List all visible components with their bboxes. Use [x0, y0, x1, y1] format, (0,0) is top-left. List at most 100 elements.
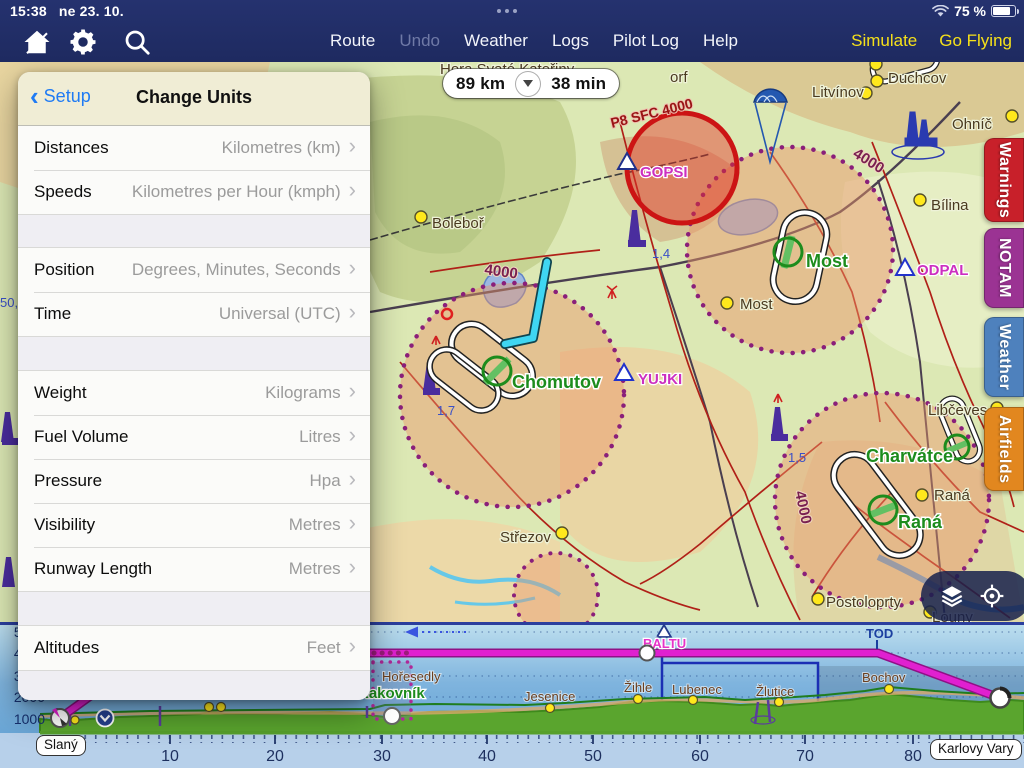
axis-tick-10: 10	[161, 748, 179, 765]
profile-label-tod: TOD	[866, 626, 893, 641]
profile-place-horesedly: Hořesedly	[382, 669, 441, 684]
menu-help[interactable]: Help	[703, 31, 738, 51]
map-label-ohnic: Ohníč	[952, 116, 993, 133]
row-altitudes[interactable]: Altitudes Feet ›	[18, 626, 370, 670]
menu-weather[interactable]: Weather	[464, 31, 528, 51]
group-separator	[18, 214, 370, 248]
axis-tick-60: 60	[691, 748, 709, 765]
map-label-chomutov: Chomutov	[512, 372, 601, 392]
map-label-most-airfield: Most	[806, 251, 848, 271]
profile-rakovnik-marker	[384, 708, 400, 724]
map-label-charvatce: Charvátce	[866, 446, 953, 466]
axis-tick-80: 80	[904, 748, 922, 765]
tab-warnings[interactable]: Warnings	[984, 138, 1024, 222]
elev-label-3: 1,5	[788, 450, 806, 465]
menu-route[interactable]: Route	[330, 31, 375, 51]
route-dropdown-icon[interactable]	[516, 72, 540, 96]
status-time: 15:38	[10, 3, 47, 19]
profile-place-zihle: Žihle	[624, 680, 652, 695]
search-button[interactable]	[122, 27, 152, 57]
locate-icon[interactable]	[979, 583, 1005, 609]
chevron-right-icon: ›	[349, 136, 356, 156]
battery-icon	[991, 5, 1016, 17]
map-label-duchcov: Duchcov	[888, 70, 947, 87]
route-time: 38 min	[538, 74, 619, 94]
home-button[interactable]	[22, 27, 52, 57]
profile-axis: 10 20 30 40 50 60 70 80	[0, 731, 1024, 768]
map-label-rana-town: Raná	[934, 487, 971, 504]
settings-gear-button[interactable]	[68, 27, 98, 57]
elev-label-2: 1,7	[437, 403, 455, 418]
row-position[interactable]: Position Degrees, Minutes, Seconds ›	[18, 248, 370, 292]
simulate-button[interactable]: Simulate	[851, 31, 917, 51]
multitask-dots-icon	[497, 9, 517, 13]
menu-pilot-log[interactable]: Pilot Log	[613, 31, 679, 51]
group-separator	[18, 591, 370, 626]
row-pressure[interactable]: Pressure Hpa ›	[18, 459, 370, 503]
map-label-libceves: Libčeves	[928, 402, 987, 419]
tab-warnings-label: Warnings	[995, 142, 1013, 218]
route-distance: 89 km	[443, 74, 518, 94]
row-weight[interactable]: Weight Kilograms ›	[18, 371, 370, 415]
axis-tick-20: 20	[266, 748, 284, 765]
map-label-bolebor: Boleboř	[432, 215, 485, 232]
go-flying-button[interactable]: Go Flying	[939, 31, 1012, 51]
tab-weather[interactable]: Weather	[984, 317, 1024, 397]
nav-right: Simulate Go Flying	[851, 31, 1012, 51]
row-distances[interactable]: Distances Kilometres (km) ›	[18, 126, 370, 170]
chevron-right-icon: ›	[349, 258, 356, 278]
change-units-panel: ‹ Setup Change Units Distances Kilometre…	[18, 72, 370, 700]
row-runway-length[interactable]: Runway Length Metres ›	[18, 547, 370, 591]
profile-end-label: Karlovy Vary	[930, 739, 1022, 760]
row-speeds[interactable]: Speeds Kilometres per Hour (kmph) ›	[18, 170, 370, 214]
map-label-most-town: Most	[740, 296, 773, 313]
profile-place-lubenec: Lubenec	[672, 682, 722, 697]
map-label-odpal: ODPAL	[917, 262, 968, 279]
row-visibility[interactable]: Visibility Metres ›	[18, 503, 370, 547]
wifi-icon	[932, 5, 949, 18]
status-bar: 15:38 ne 23. 10. 75 %	[0, 0, 1024, 22]
profile-place-zlutice: Žlutice	[756, 684, 794, 699]
row-fuel-volume[interactable]: Fuel Volume Litres ›	[18, 415, 370, 459]
main-menu: Route Undo Weather Logs Pilot Log Help	[330, 31, 738, 51]
top-bar: 15:38 ne 23. 10. 75 %	[0, 0, 1024, 62]
map-label-bilina: Bílina	[931, 197, 969, 214]
chevron-right-icon: ›	[349, 381, 356, 401]
chevron-right-icon: ›	[349, 557, 356, 577]
group-separator	[18, 336, 370, 371]
nav-bar: Route Undo Weather Logs Pilot Log Help S…	[0, 22, 1024, 62]
chevron-right-icon: ›	[349, 513, 356, 533]
map-label-postoloprty: Postoloprty	[826, 594, 902, 611]
alt-label-1000: 1000	[14, 711, 45, 727]
route-summary-pill[interactable]: 89 km 38 min	[443, 69, 619, 98]
axis-tick-50: 50	[584, 748, 602, 765]
menu-logs[interactable]: Logs	[552, 31, 589, 51]
axis-tick-70: 70	[796, 748, 814, 765]
tab-notam-label: NOTAM	[995, 238, 1013, 298]
chevron-right-icon: ›	[349, 469, 356, 489]
map-label-strezov: Střezov	[500, 529, 551, 546]
tab-airfields-label: Airfields	[995, 415, 1013, 484]
profile-place-bochov: Bochov	[862, 670, 906, 685]
map-label-yujki: YUJKI	[638, 371, 682, 388]
menu-undo[interactable]: Undo	[399, 31, 440, 51]
panel-title: Change Units	[18, 87, 370, 108]
profile-start-label: Slaný	[36, 735, 86, 756]
tab-weather-label: Weather	[995, 324, 1013, 390]
elev-label-1: 1,4	[652, 246, 670, 261]
panel-header: ‹ Setup Change Units	[18, 72, 370, 126]
map-label-fragment: orf	[670, 69, 688, 86]
app-screen: GOPSI ODPAL YUJKI Most Chomutov Charvátc…	[0, 0, 1024, 768]
tab-airfields[interactable]: Airfields	[984, 407, 1024, 491]
layers-icon[interactable]	[939, 583, 965, 609]
battery-percent: 75 %	[954, 3, 986, 19]
status-date: ne 23. 10.	[59, 3, 124, 19]
map-label-rana-airfield: Raná	[898, 512, 943, 532]
panel-bottom-spacer	[18, 670, 370, 700]
map-label-gopsi: GOPSI	[640, 164, 688, 181]
chevron-right-icon: ›	[349, 636, 356, 656]
row-time[interactable]: Time Universal (UTC) ›	[18, 292, 370, 336]
axis-tick-30: 30	[373, 748, 391, 765]
chevron-right-icon: ›	[349, 425, 356, 445]
tab-notam[interactable]: NOTAM	[984, 228, 1024, 308]
